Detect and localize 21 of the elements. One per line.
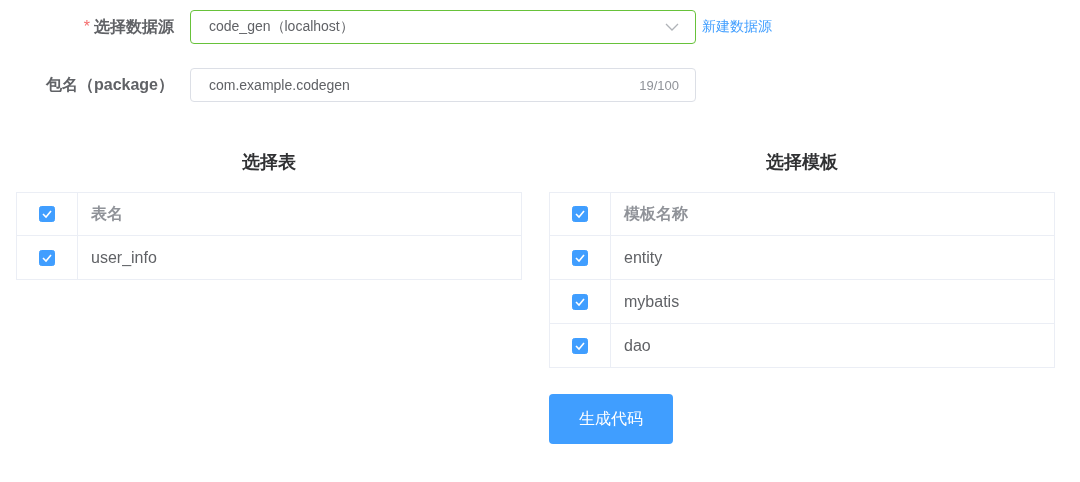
table-cell-text: mybatis (623, 291, 680, 312)
row-checkbox[interactable] (39, 249, 55, 266)
table-cell-text: dao (623, 335, 651, 356)
section-title: 选择表 (241, 151, 297, 174)
table-cell-text: user_info (90, 247, 157, 268)
character-counter: 19/100 (639, 77, 679, 93)
column-header: 表名 (90, 203, 123, 224)
required-mark: * (83, 17, 90, 35)
datasource-select[interactable]: code_gen（localhost） (190, 10, 696, 44)
column-header: 模板名称 (623, 203, 688, 224)
row-checkbox[interactable] (572, 293, 588, 310)
select-all-checkbox[interactable] (572, 206, 588, 222)
row-checkbox[interactable] (572, 249, 588, 266)
chevron-down-icon (665, 23, 679, 31)
field-label: 选择数据源 (94, 17, 174, 35)
package-input[interactable]: com.example.codegen 19/100 (190, 68, 696, 102)
section-title: 选择模板 (765, 151, 839, 174)
row-checkbox[interactable] (572, 337, 588, 354)
select-all-checkbox[interactable] (39, 206, 55, 222)
table-cell-text: entity (623, 247, 663, 268)
field-label: 包名（package） (45, 75, 174, 93)
